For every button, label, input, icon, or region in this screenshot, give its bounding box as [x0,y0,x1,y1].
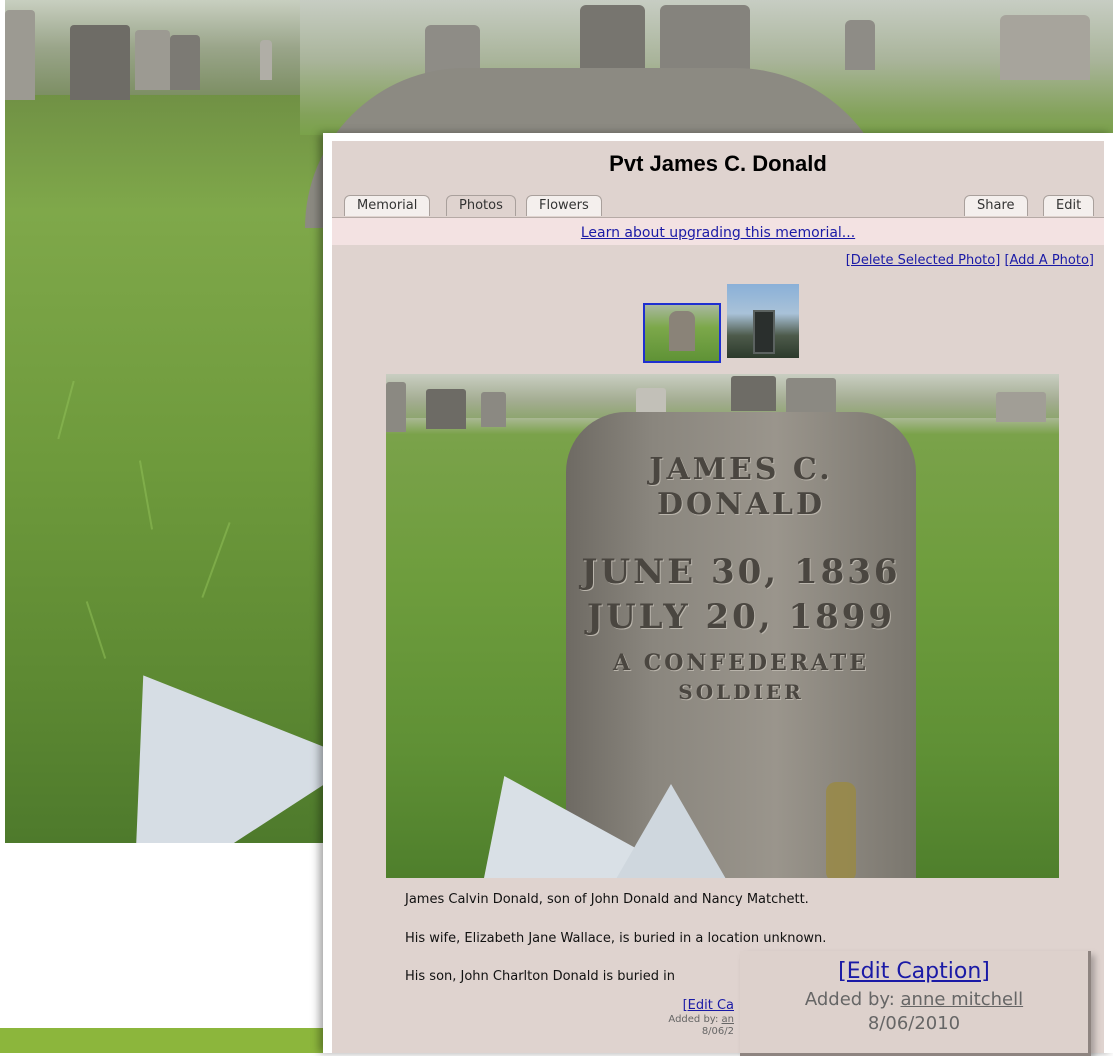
photo-bg-stone [996,392,1046,422]
accent-bar [0,1028,330,1053]
background-headstone [845,20,875,70]
caption-line-2: His wife, Elizabeth Jane Wallace, is bur… [405,931,827,946]
photo-bg-stone [426,389,466,429]
tab-bar: Memorial Photos Flowers Share Edit [332,195,1104,218]
moss-patch [826,782,856,878]
photo-bg-stone [386,382,406,432]
grass-stroke [57,380,75,440]
photo-thumbnail-gate[interactable] [727,284,799,358]
added-by: Added by: anne mitchell [740,989,1088,1010]
inscription-born: JUNE 30, 1836 [581,552,901,592]
thumbnail-gate-shape [753,310,775,354]
background-headstone [580,5,645,75]
background-headstone [70,25,130,100]
added-by-small-user[interactable]: an [722,1014,734,1025]
caption-line-3: His son, John Charlton Donald is buried … [405,969,675,984]
added-by-small-label: Added by: [668,1014,722,1025]
tab-edit[interactable]: Edit [1043,195,1095,216]
flag-holder-shard [30,601,335,843]
photo-actions: [Delete Selected Photo] [Add A Photo] [846,253,1094,268]
edit-caption-link[interactable]: [Edit Caption] [740,959,1088,984]
background-headstone [5,10,35,100]
photo-thumbnail-headstone[interactable] [643,303,721,363]
grass-stroke [201,522,231,598]
inscription-confederate: A CONFEDERATE [612,650,870,676]
cross-of-honor-point [616,784,726,878]
inscription-name: JAMES C. DONALD [649,452,833,522]
tab-share[interactable]: Share [964,195,1028,216]
background-headstone [170,35,200,90]
inscription-soldier: SOLDIER [678,680,804,704]
thumbnail-headstone-shape [669,311,695,351]
photo-bg-stone [481,392,506,427]
caption-line-1: James Calvin Donald, son of John Donald … [405,892,809,907]
memorial-title: Pvt James C. Donald [609,151,827,176]
edit-caption-link-small[interactable]: [Edit Ca [654,998,734,1013]
memorial-window: Pvt James C. Donald Memorial Photos Flow… [323,133,1113,1056]
added-by-small-date: 8/06/2 [701,1026,734,1037]
upgrade-link[interactable]: Learn about upgrading this memorial... [581,225,855,241]
zoomed-caption-callout: [Edit Caption] Added by: anne mitchell 8… [740,951,1091,1056]
tab-memorial[interactable]: Memorial [344,195,431,216]
photo-bg-stone [731,376,776,411]
added-by-small: Added by: an 8/06/2 [632,1014,734,1038]
main-photo[interactable]: JAMES C. DONALD JUNE 30, 1836 JULY 20, 1… [386,374,1059,878]
delete-photo-link[interactable]: [Delete Selected Photo] [846,253,1001,268]
inscription-died: JULY 20, 1899 [586,597,896,637]
grass-stroke [85,601,107,659]
upgrade-banner: Learn about upgrading this memorial... [332,218,1104,245]
memorial-panel: Pvt James C. Donald Memorial Photos Flow… [332,141,1104,1056]
tab-photos[interactable]: Photos [446,195,516,216]
background-headstone [260,40,272,80]
added-date: 8/06/2010 [867,1013,961,1034]
background-headstone [1000,15,1090,80]
added-by-user-link[interactable]: anne mitchell [901,989,1024,1010]
add-photo-link[interactable]: [Add A Photo] [1004,253,1094,268]
background-headstone [135,30,170,90]
background-photo [5,0,335,843]
grass-stroke [138,460,154,530]
tab-flowers[interactable]: Flowers [526,195,602,216]
added-by-label: Added by: [804,989,901,1010]
